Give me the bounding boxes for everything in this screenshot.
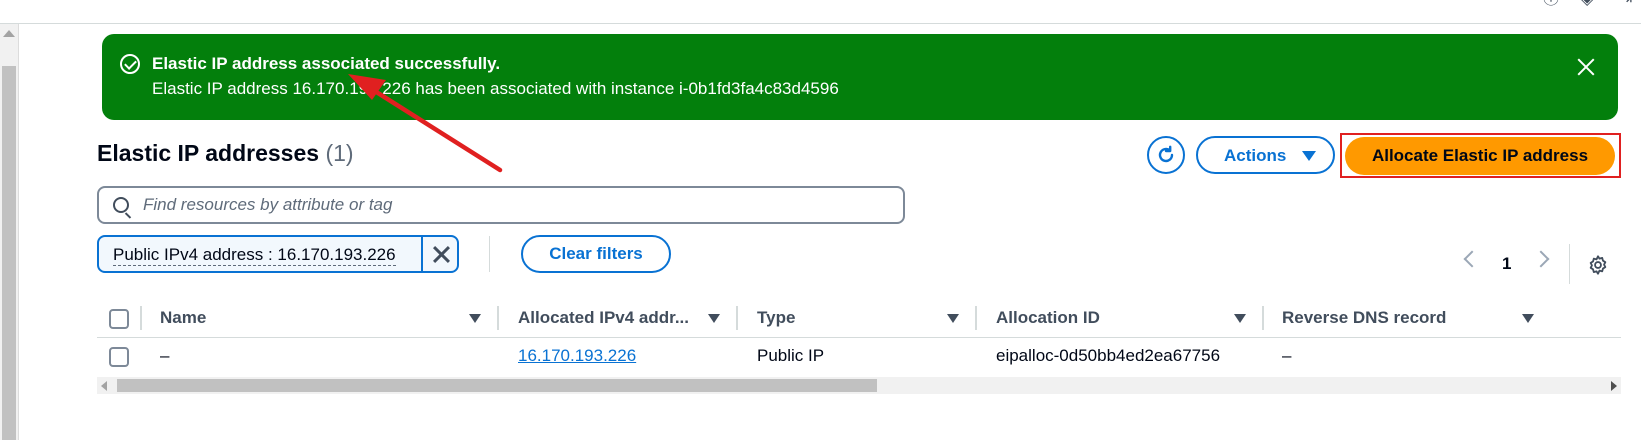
sort-icon[interactable] (1234, 314, 1246, 323)
search-box[interactable] (97, 186, 905, 224)
scroll-left-arrow-icon[interactable] (101, 381, 107, 391)
filter-token-label[interactable]: Public IPv4 address : 16.170.193.226 (113, 245, 396, 266)
top-toolbar-icons: ⓘ ◈ ⇥ (1481, 0, 1641, 10)
check-circle-icon (120, 54, 140, 74)
sort-icon[interactable] (708, 314, 720, 323)
column-header-name[interactable]: Name (160, 308, 206, 328)
flash-message: Elastic IP address 16.170.193.226 has be… (152, 79, 839, 98)
caret-down-icon (1302, 151, 1316, 161)
success-flash-notification: Elastic IP address associated successful… (102, 34, 1618, 120)
horizontal-scrollbar-thumb[interactable] (117, 379, 877, 392)
column-divider (140, 306, 142, 330)
close-icon[interactable] (1576, 56, 1596, 76)
allocate-elastic-ip-button[interactable]: Allocate Elastic IP address (1345, 137, 1615, 175)
table-row[interactable]: – 16.170.193.226 Public IP eipalloc-0d50… (97, 338, 1621, 376)
scroll-up-arrow-icon[interactable] (3, 30, 15, 37)
clear-filters-button[interactable]: Clear filters (521, 235, 671, 273)
settings-icon[interactable]: ◈ (1581, 0, 1601, 10)
info-icon[interactable]: ⓘ (1543, 0, 1563, 10)
column-divider[interactable] (1262, 306, 1264, 330)
pagination-divider (1569, 244, 1570, 284)
sort-icon[interactable] (469, 314, 481, 323)
refresh-icon (1158, 145, 1174, 163)
filter-divider (489, 236, 490, 272)
browser-top-strip: ⓘ ◈ ⇥ (0, 0, 1641, 24)
cell-name: – (160, 346, 170, 365)
cell-type: Public IP (757, 346, 825, 365)
filter-token-divider (421, 237, 423, 271)
actions-label: Actions (1224, 146, 1287, 165)
chevron-right-icon[interactable] (1532, 250, 1550, 268)
annotation-highlight-box: Allocate Elastic IP address (1340, 133, 1621, 178)
row-checkbox[interactable] (109, 347, 129, 367)
sort-icon[interactable] (947, 314, 959, 323)
sort-icon[interactable] (1522, 314, 1534, 323)
search-input[interactable] (143, 193, 883, 217)
page-title-text: Elastic IP addresses (97, 140, 320, 166)
flash-title: Elastic IP address associated successful… (152, 54, 501, 73)
sign-out-icon[interactable]: ⇥ (1619, 0, 1639, 10)
page-title: Elastic IP addresses (1) (97, 140, 354, 167)
search-icon (113, 197, 129, 213)
table-header: Name Allocated IPv4 addr... Type Allocat… (97, 300, 1621, 338)
actions-dropdown-button[interactable]: Actions (1196, 136, 1335, 174)
refresh-button[interactable] (1147, 136, 1185, 174)
scroll-right-arrow-icon[interactable] (1611, 381, 1617, 391)
column-divider[interactable] (975, 306, 977, 330)
horizontal-scrollbar[interactable] (97, 377, 1621, 394)
item-count: (1) (325, 140, 354, 166)
column-header-allocation-id[interactable]: Allocation ID (996, 308, 1100, 328)
column-header-reverse-dns[interactable]: Reverse DNS record (1282, 308, 1446, 328)
vertical-scrollbar-thumb[interactable] (2, 66, 16, 440)
column-divider[interactable] (497, 306, 499, 330)
column-header-ipv4[interactable]: Allocated IPv4 addr... (518, 308, 689, 328)
cell-allocation-id: eipalloc-0d50bb4ed2ea67756 (996, 346, 1221, 365)
page-number[interactable]: 1 (1502, 254, 1511, 274)
cell-reverse-dns: – (1282, 346, 1292, 365)
vertical-scrollbar[interactable] (0, 24, 19, 440)
cell-ipv4-link[interactable]: 16.170.193.226 (518, 346, 636, 366)
column-header-type[interactable]: Type (757, 308, 795, 328)
select-all-checkbox[interactable] (109, 309, 129, 329)
chevron-left-icon[interactable] (1463, 250, 1481, 268)
dismiss-icon[interactable] (432, 245, 450, 263)
gear-icon[interactable] (1587, 254, 1609, 276)
filter-token[interactable]: Public IPv4 address : 16.170.193.226 (97, 235, 459, 273)
column-divider[interactable] (736, 306, 738, 330)
